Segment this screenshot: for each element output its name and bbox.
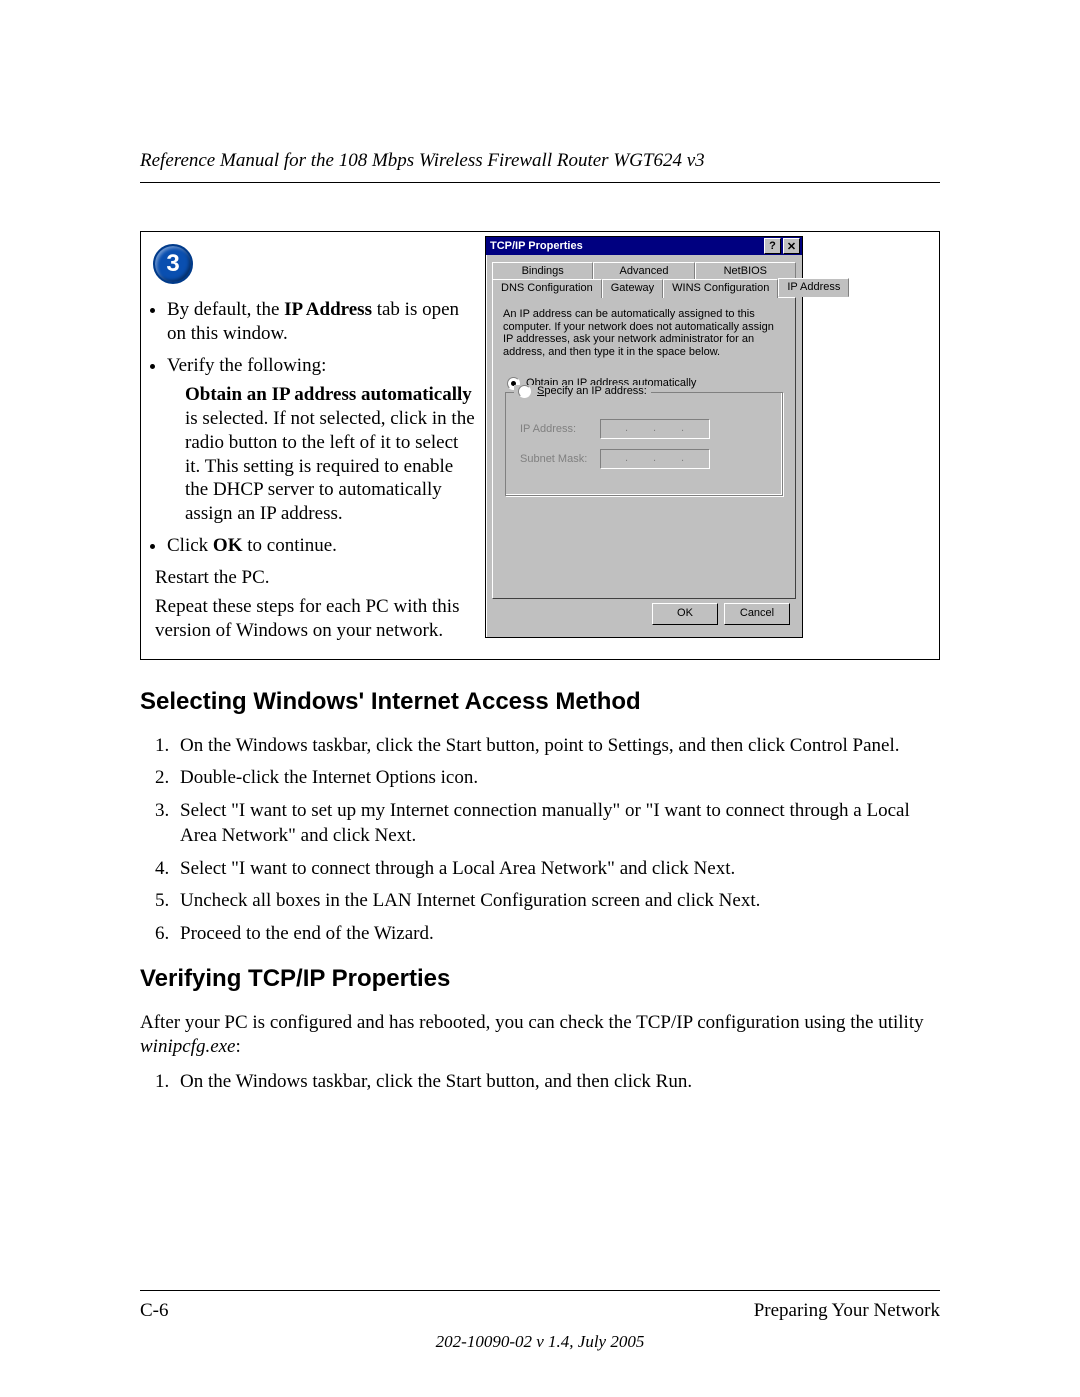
- list-item: Uncheck all boxes in the LAN Internet Co…: [174, 889, 940, 914]
- dialog-titlebar[interactable]: TCP/IP Properties ? ✕: [486, 237, 802, 255]
- list-item: Double-click the Internet Options icon.: [174, 766, 940, 791]
- section-heading-verify-tcpip: Verifying TCP/IP Properties: [140, 965, 940, 993]
- specify-ip-group: Specify an IP address: IP Address: . . .: [505, 392, 783, 496]
- ok-button[interactable]: OK: [652, 603, 718, 625]
- tab-advanced[interactable]: Advanced: [593, 262, 694, 279]
- tab-panel-ip: An IP address can be automatically assig…: [492, 297, 796, 599]
- page-number: C-6: [140, 1300, 169, 1322]
- dialog-title: TCP/IP Properties: [490, 240, 583, 252]
- section-heading-access-method: Selecting Windows' Internet Access Metho…: [140, 688, 940, 716]
- step-number-badge: 3: [153, 244, 193, 284]
- step-repeat: Repeat these steps for each PC with this…: [155, 595, 475, 643]
- step-bullet-1: By default, the IP Address tab is open o…: [167, 298, 475, 346]
- verify-intro: After your PC is configured and has rebo…: [140, 1011, 940, 1060]
- tab-wins[interactable]: WINS Configuration: [663, 279, 778, 298]
- tab-ip-address[interactable]: IP Address: [778, 278, 849, 297]
- help-button[interactable]: ?: [764, 238, 781, 254]
- tab-row-2: DNS Configuration Gateway WINS Configura…: [492, 278, 796, 297]
- subnet-mask-label: Subnet Mask:: [520, 453, 600, 465]
- step-bullet-3: Click OK to continue.: [167, 534, 475, 558]
- ip-address-label: IP Address:: [520, 423, 600, 435]
- list-item: On the Windows taskbar, click the Start …: [174, 734, 940, 759]
- step-3-box: 3 By default, the IP Address tab is open…: [140, 231, 940, 660]
- list-item: On the Windows taskbar, click the Start …: [174, 1070, 940, 1095]
- section-name: Preparing Your Network: [754, 1300, 940, 1322]
- subnet-mask-input[interactable]: . . .: [600, 449, 710, 469]
- tab-netbios[interactable]: NetBIOS: [695, 262, 796, 279]
- running-header: Reference Manual for the 108 Mbps Wirele…: [140, 150, 940, 183]
- footer-rule: [140, 1290, 940, 1291]
- tab-dns[interactable]: DNS Configuration: [492, 279, 602, 298]
- step-bullet-2-detail: Obtain an IP address automatically is se…: [185, 383, 475, 526]
- radio-icon: [518, 385, 531, 398]
- step-bullet-2: Verify the following: Obtain an IP addre…: [167, 354, 475, 526]
- tab-row-1: Bindings Advanced NetBIOS: [492, 261, 796, 278]
- list-item: Proceed to the end of the Wizard.: [174, 922, 940, 947]
- access-method-steps: On the Windows taskbar, click the Start …: [140, 734, 940, 947]
- ip-address-input[interactable]: . . .: [600, 419, 710, 439]
- step-3-text: 3 By default, the IP Address tab is open…: [141, 232, 481, 659]
- verify-steps: On the Windows taskbar, click the Start …: [140, 1070, 940, 1095]
- dialog-help-text: An IP address can be automatically assig…: [503, 308, 785, 359]
- list-item: Select "I want to connect through a Loca…: [174, 857, 940, 882]
- radio-specify-label[interactable]: Specify an IP address:: [537, 385, 647, 397]
- step-restart: Restart the PC.: [155, 566, 475, 590]
- list-item: Select "I want to set up my Internet con…: [174, 799, 940, 848]
- close-button[interactable]: ✕: [783, 238, 800, 254]
- cancel-button[interactable]: Cancel: [724, 603, 790, 625]
- tab-bindings[interactable]: Bindings: [492, 262, 593, 279]
- tcpip-properties-dialog: TCP/IP Properties ? ✕ Bindings Advanced …: [485, 236, 803, 638]
- tab-gateway[interactable]: Gateway: [602, 279, 663, 298]
- doc-version: 202-10090-02 v 1.4, July 2005: [0, 1332, 1080, 1352]
